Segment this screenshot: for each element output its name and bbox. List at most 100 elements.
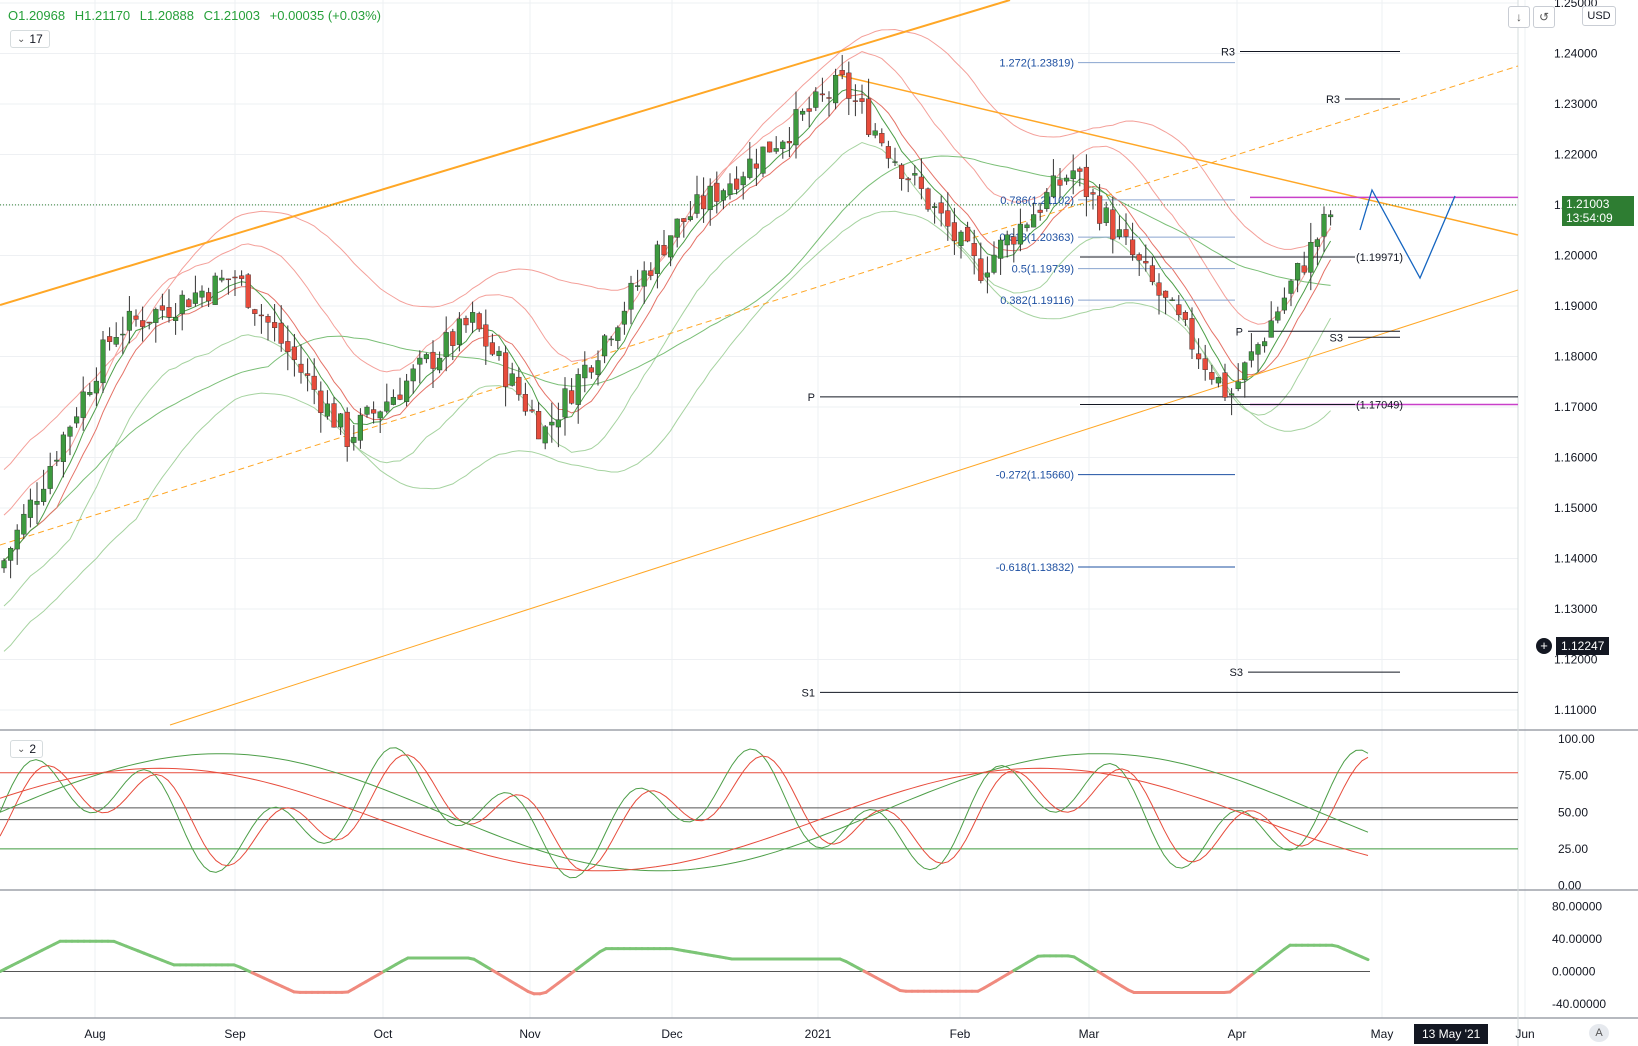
bull-candle <box>47 466 53 489</box>
bull-candle <box>417 357 423 365</box>
bull-candle <box>54 459 60 462</box>
bull-candle <box>93 380 100 394</box>
bull-candle <box>357 414 364 441</box>
bear-candle <box>285 341 291 352</box>
y-tick-label: 1.13000 <box>1554 602 1598 616</box>
band-line <box>3 141 1332 607</box>
x-tick-label: Sep <box>224 1027 246 1041</box>
bear-candle <box>133 315 139 320</box>
chevron-down-icon: ⌄ <box>17 33 26 45</box>
bear-candle <box>905 178 911 181</box>
bull-candle <box>1116 229 1123 237</box>
level-label: (1.17049) <box>1356 400 1403 412</box>
fib-level-label: -0.272(1.15660) <box>996 470 1074 482</box>
bull-candle <box>153 309 159 323</box>
x-tick-label: 2021 <box>805 1027 832 1041</box>
pivot-label: P <box>1236 326 1243 338</box>
bear-candle <box>978 258 984 281</box>
bear-candle <box>397 394 403 400</box>
bear-candle <box>139 320 146 327</box>
bear-candle <box>305 373 311 376</box>
x-tick-label: Jun <box>1515 1027 1534 1041</box>
band-line <box>3 93 1332 561</box>
osc-tick-label: 0.00000 <box>1552 965 1596 979</box>
y-tick-label: 1.17000 <box>1554 400 1598 414</box>
bull-candle <box>747 158 753 178</box>
osc-segment <box>1360 955 1370 962</box>
bear-candle <box>489 342 496 355</box>
bull-candle <box>1017 223 1024 245</box>
fib-level-label: 0.618(1.20363) <box>999 232 1074 244</box>
bear-candle <box>846 72 852 99</box>
bear-candle <box>826 97 832 99</box>
fib-level-label: 0.382(1.19116) <box>1000 295 1074 307</box>
bull-candle <box>641 270 647 287</box>
fib-level-label: 0.5(1.19739) <box>1012 264 1074 276</box>
bear-candle <box>681 218 687 222</box>
osc-tick-label: 80.00000 <box>1552 900 1602 914</box>
bull-candle <box>687 216 694 220</box>
bull-candle <box>219 277 225 281</box>
crosshair-price: 1.12247 <box>1556 637 1610 655</box>
bear-candle <box>159 305 166 311</box>
bull-candle <box>549 421 555 426</box>
bull-candle <box>1308 242 1314 273</box>
auto-scale-button[interactable]: A <box>1589 1024 1609 1042</box>
chart-canvas[interactable]: 1.272(1.23819)0.786(1.21102)0.618(1.2036… <box>0 0 1638 1046</box>
bull-candle <box>602 335 608 357</box>
indicator-toggle[interactable]: ⌄ 17 <box>10 30 50 48</box>
y-tick-label: 1.18000 <box>1554 350 1598 364</box>
bear-candle <box>318 390 324 413</box>
bull-candle <box>1248 351 1255 361</box>
stoch-legend-toggle[interactable]: ⌄ 2 <box>10 740 44 758</box>
change-value: +0.00035 (+0.03%) <box>269 8 381 23</box>
bull-candle <box>760 146 766 174</box>
countdown: 13:54:09 <box>1566 211 1613 225</box>
bear-candle <box>536 411 542 440</box>
pivot-label: R3 <box>1326 94 1340 106</box>
x-tick-label: Nov <box>519 1027 540 1041</box>
bull-candle <box>41 488 47 502</box>
bear-candle <box>971 243 977 257</box>
bull-candle <box>1215 377 1222 384</box>
bear-candle <box>734 178 740 190</box>
pivot-label: S1 <box>802 687 815 699</box>
bull-candle <box>707 185 713 211</box>
bear-candle <box>166 307 172 318</box>
pivot-label: S3 <box>1230 667 1243 679</box>
download-icon[interactable]: ↓ <box>1508 6 1530 28</box>
bear-candle <box>1083 166 1090 198</box>
x-tick-label: Oct <box>374 1027 393 1041</box>
bull-candle <box>1103 207 1109 224</box>
refresh-icon[interactable]: ↺ <box>1533 6 1555 28</box>
y-tick-label: 1.11000 <box>1554 703 1597 717</box>
bear-candle <box>661 245 667 256</box>
pivot-label: S3 <box>1330 332 1343 344</box>
bear-candle <box>1195 353 1202 360</box>
bull-candle <box>674 218 680 238</box>
bear-candle <box>146 321 152 324</box>
bull-candle <box>470 312 476 323</box>
bear-candle <box>951 222 958 241</box>
bear-candle <box>701 195 707 210</box>
bull-candle <box>575 374 581 405</box>
bear-candle <box>852 100 859 102</box>
bull-candle <box>615 327 621 341</box>
bear-candle <box>450 331 456 346</box>
bear-candle <box>238 275 245 279</box>
bear-candle <box>503 352 509 387</box>
bear-candle <box>899 164 905 179</box>
bull-candle <box>1242 362 1248 381</box>
bull-candle <box>1275 311 1281 321</box>
add-icon[interactable]: + <box>1536 638 1552 654</box>
bear-candle <box>298 363 304 373</box>
bull-candle <box>892 161 898 163</box>
pivot-label: P <box>808 392 815 404</box>
bear-candle <box>205 292 212 302</box>
bear-candle <box>938 202 944 214</box>
y-tick-label: 1.23000 <box>1554 97 1598 111</box>
crosshair-date: 13 May '21 <box>1414 1024 1489 1044</box>
bull-candle <box>654 244 661 274</box>
bear-candle <box>1096 195 1103 224</box>
oscillator-panel <box>0 939 1370 996</box>
